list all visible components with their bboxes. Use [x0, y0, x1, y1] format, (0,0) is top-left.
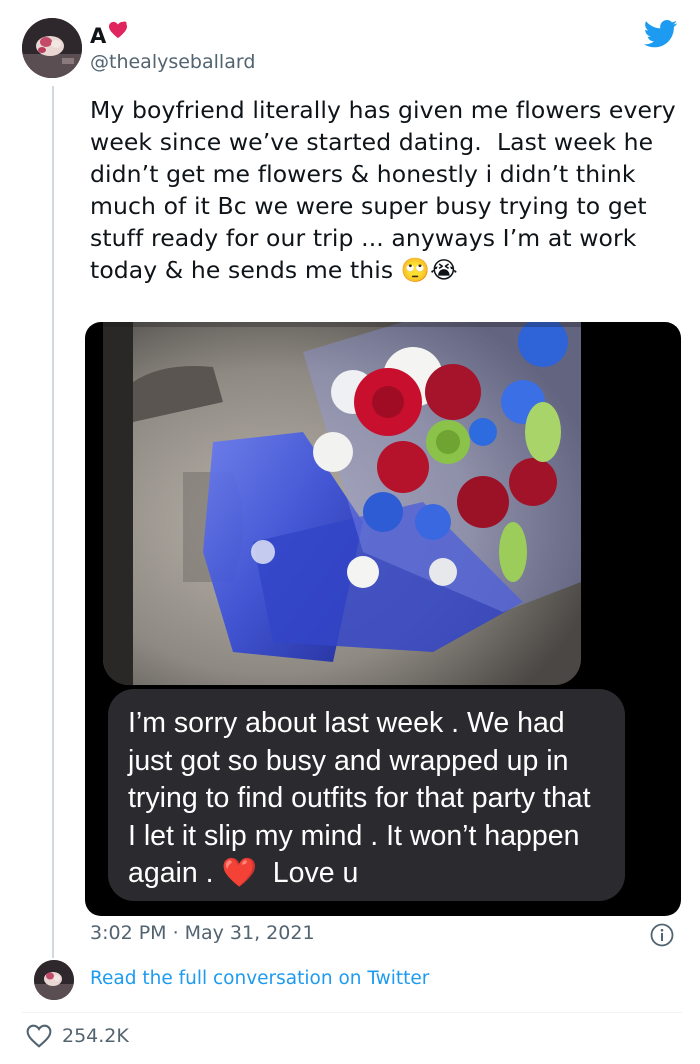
tweet-embed-card: A @thealyseballard My boyfriend literall…	[0, 0, 700, 1064]
timestamp-separator: ·	[172, 922, 179, 944]
message-bubble: I’m sorry about last week . We had just …	[108, 689, 625, 901]
read-conversation-link[interactable]: Read the full conversation on Twitter	[90, 968, 429, 989]
tweet-time: 3:02 PM	[90, 922, 167, 944]
footer-divider	[22, 1012, 682, 1013]
twitter-bird-icon[interactable]	[644, 20, 678, 48]
author-handle[interactable]: @thealyseballard	[90, 51, 255, 73]
like-count: 254.2K	[62, 1025, 129, 1047]
author-avatar[interactable]	[22, 18, 82, 78]
reply-avatar[interactable]	[34, 960, 74, 1000]
like-button[interactable]: 254.2K	[26, 1024, 129, 1048]
thread-line	[52, 86, 54, 958]
tweet-date: May 31, 2021	[184, 922, 315, 944]
heart-outline-icon	[26, 1024, 52, 1048]
info-icon[interactable]	[650, 923, 674, 947]
heart-icon	[108, 21, 128, 43]
author-display-name[interactable]: A	[90, 21, 128, 48]
tweet-media[interactable]: I’m sorry about last week . We had just …	[85, 322, 681, 916]
flowers-photo	[103, 322, 581, 685]
message-text: I’m sorry about last week . We had just …	[128, 707, 599, 889]
tweet-timestamp[interactable]: 3:02 PM · May 31, 2021	[90, 922, 315, 944]
tweet-text: My boyfriend literally has given me flow…	[90, 96, 684, 284]
